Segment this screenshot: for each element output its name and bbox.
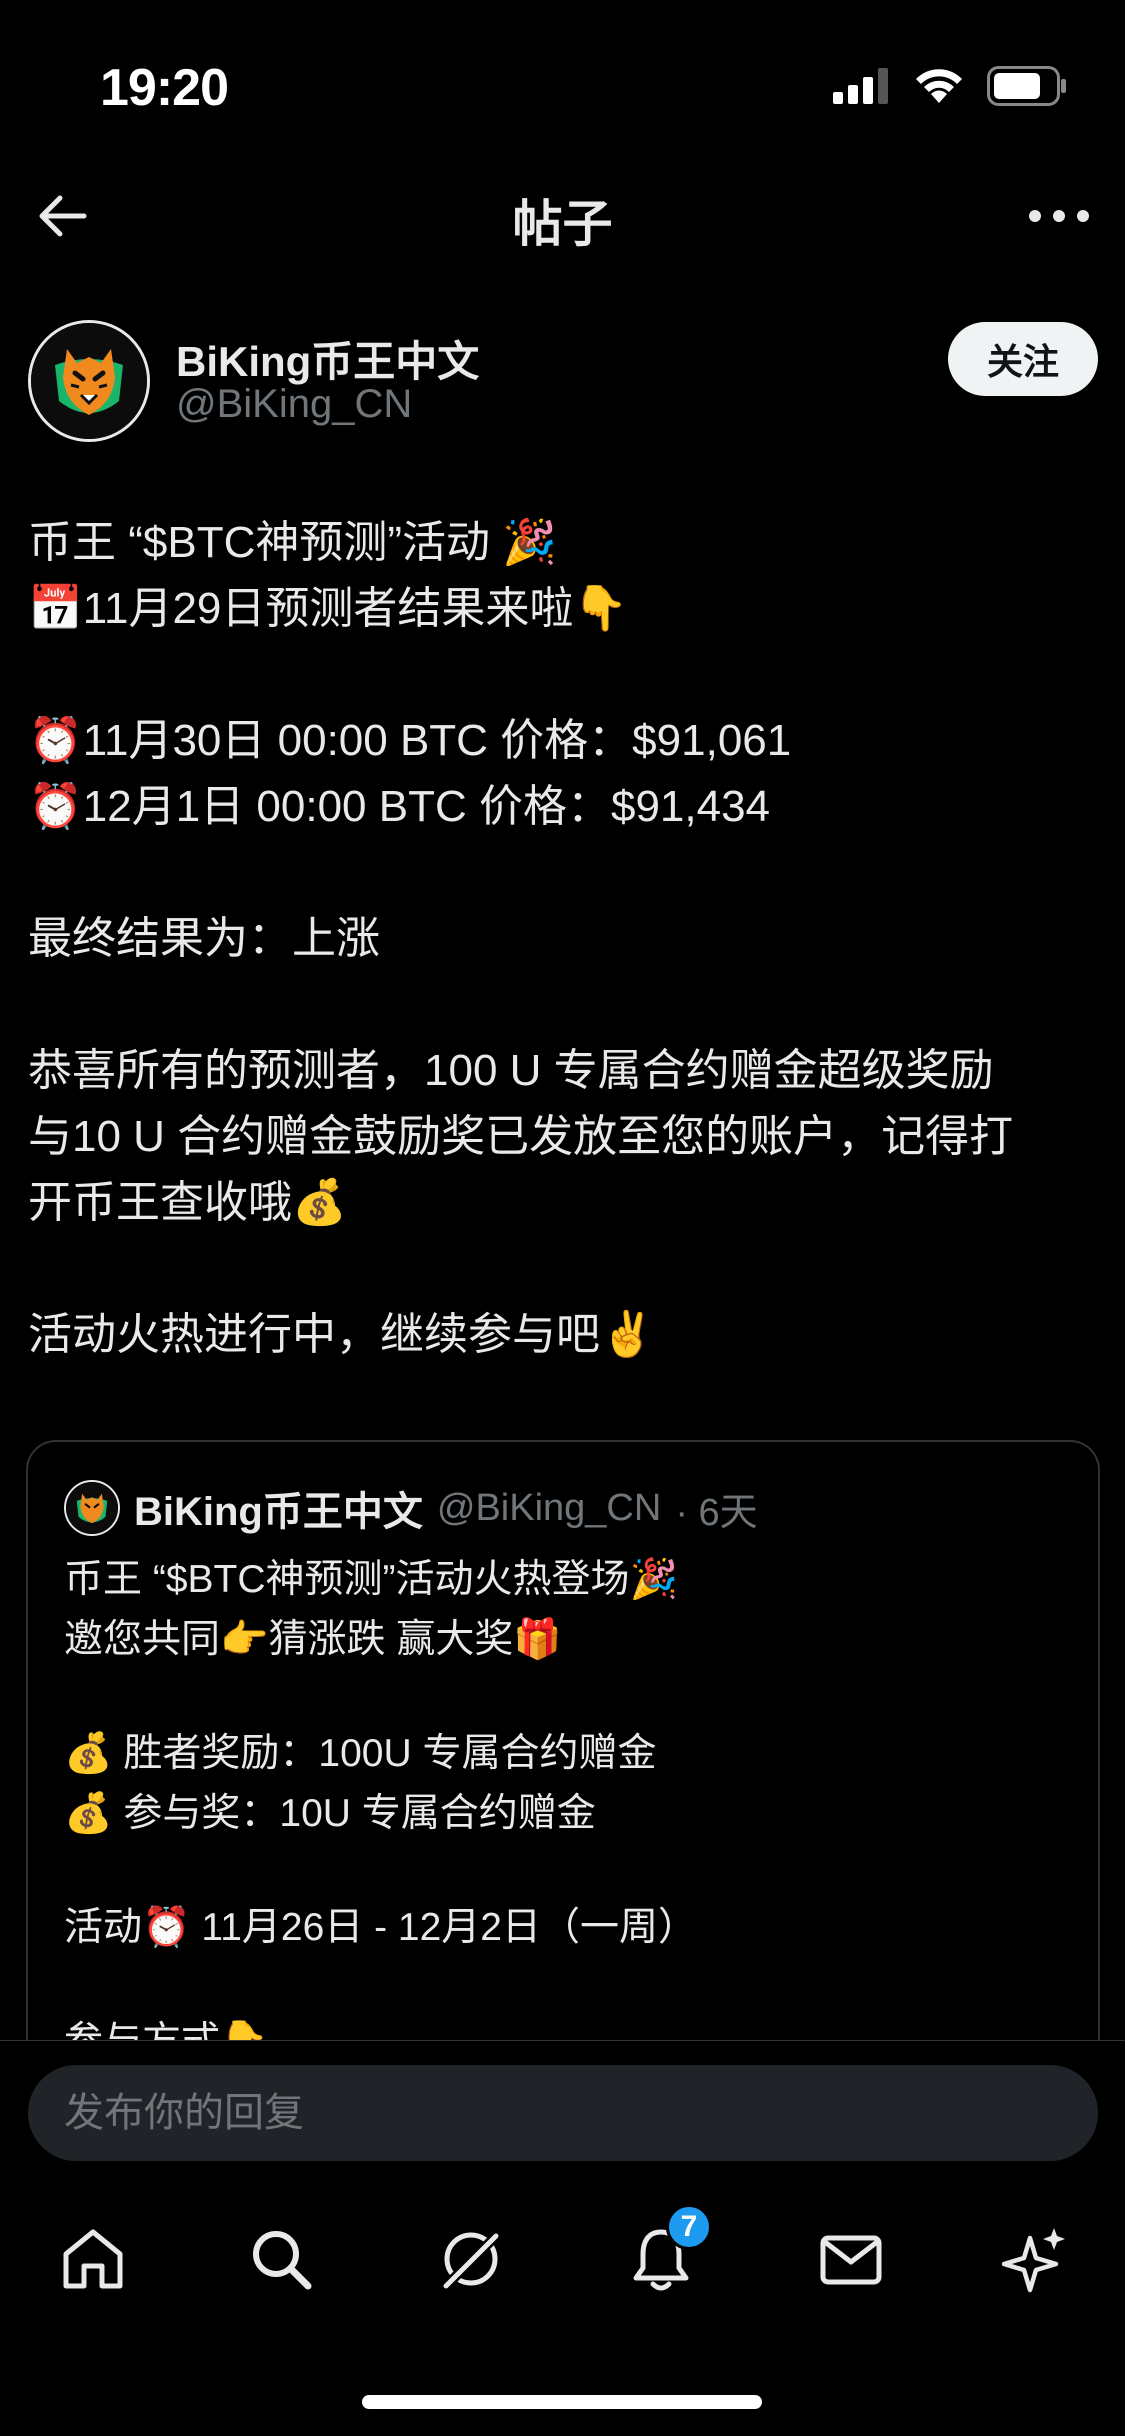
mail-icon	[820, 2235, 882, 2285]
more-options-button[interactable]	[1019, 182, 1099, 250]
quoted-line: 💰 胜者奖励：100U 专属合约赠金	[64, 1732, 657, 1775]
quoted-line: 活动⏰ 11月26日 - 12月2日（一周）	[64, 1906, 697, 1949]
reply-input[interactable]	[28, 2065, 1098, 2161]
tab-notifications[interactable]: 7	[616, 2204, 712, 2304]
search-icon	[253, 2231, 312, 2290]
bottom-tab-bar: 7	[0, 2170, 1125, 2350]
post-line: 开币王查收哦💰	[28, 1178, 347, 1227]
status-bar: 19:20	[0, 0, 1125, 150]
post-line: ⏰11月30日 00:00 BTC 价格：$91,061	[28, 716, 792, 765]
notifications-badge: 7	[666, 2204, 712, 2250]
quoted-line-break	[64, 1670, 1064, 1724]
tab-search[interactable]	[236, 2214, 326, 2304]
quoted-line-break	[64, 1958, 1064, 2012]
cellular-signal-icon	[833, 68, 888, 104]
post-line: 币王 “$BTC神预测”活动 🎉	[28, 518, 558, 567]
tiger-logo-icon	[31, 323, 147, 439]
quoted-post[interactable]: BiKing币王中文 @BiKing_CN · 6天 币王 “$BTC神预测”活…	[26, 1440, 1100, 2042]
wifi-icon	[916, 69, 962, 103]
quoted-line: 邀您共同👉猜涨跌 赢大奖🎁	[64, 1618, 562, 1661]
grok-icon	[440, 2228, 504, 2292]
author-name[interactable]: BiKing币王中文	[176, 328, 479, 389]
quoted-author-avatar	[64, 1480, 120, 1536]
tab-home[interactable]	[48, 2214, 138, 2304]
page-title: 帖子	[512, 196, 613, 252]
post-line: 恭喜所有的预测者，100 U 专属合约赠金超级奖励	[28, 1046, 994, 1095]
post-line: 活动火热进行中，继续参与吧✌️	[28, 1310, 655, 1359]
reply-bar	[0, 2040, 1125, 2171]
follow-button[interactable]: 关注	[948, 322, 1098, 396]
more-horizontal-icon	[1029, 210, 1089, 222]
quoted-post-header: BiKing币王中文 @BiKing_CN · 6天	[64, 1480, 758, 1536]
tab-grok[interactable]	[426, 2214, 516, 2304]
post-line-break	[28, 840, 1098, 906]
author-handle[interactable]: @BiKing_CN	[176, 382, 412, 427]
post-author: BiKing币王中文 @BiKing_CN 关注	[28, 320, 1098, 450]
quoted-line: 币王 “$BTC神预测”活动火热登场🎉	[64, 1558, 679, 1601]
post-text: 币王 “$BTC神预测”活动 🎉 📅11月29日预测者结果来啦👇 ⏰11月30日…	[28, 510, 1098, 1368]
post-line: 与10 U 合约赠金鼓励奖已发放至您的账户，记得打	[28, 1112, 1014, 1161]
tab-messages[interactable]	[806, 2214, 896, 2304]
quoted-author-handle: @BiKing_CN	[436, 1486, 662, 1529]
post-line: 📅11月29日预测者结果来啦👇	[28, 584, 629, 633]
quoted-line: 参与方式👇	[64, 2020, 269, 2042]
post-line: 最终结果为：上涨	[28, 914, 380, 963]
quoted-line-break	[64, 1844, 1064, 1898]
post-line-break	[28, 1236, 1098, 1302]
post-line-break	[28, 642, 1098, 708]
quoted-line: 💰 参与奖：10U 专属合约赠金	[64, 1792, 596, 1835]
quoted-post-text: 币王 “$BTC神预测”活动火热登场🎉 邀您共同👉猜涨跌 赢大奖🎁 💰 胜者奖励…	[64, 1550, 1064, 2042]
post-header: 帖子	[0, 160, 1125, 270]
quoted-post-time: · 6天	[675, 1491, 758, 1534]
status-time: 19:20	[100, 59, 229, 117]
home-indicator	[362, 2395, 762, 2409]
sparkle-icon	[1001, 2228, 1065, 2293]
author-avatar[interactable]	[28, 320, 150, 442]
battery-icon	[987, 66, 1066, 106]
post-line: ⏰12月1日 00:00 BTC 价格：$91,434	[28, 782, 771, 831]
tab-sparkle[interactable]	[990, 2214, 1080, 2304]
post-line-break	[28, 972, 1098, 1038]
home-icon	[63, 2229, 123, 2289]
tiger-logo-icon	[66, 1482, 118, 1534]
quoted-author-name: BiKing币王中文	[134, 1490, 423, 1534]
status-icons	[833, 66, 1067, 106]
